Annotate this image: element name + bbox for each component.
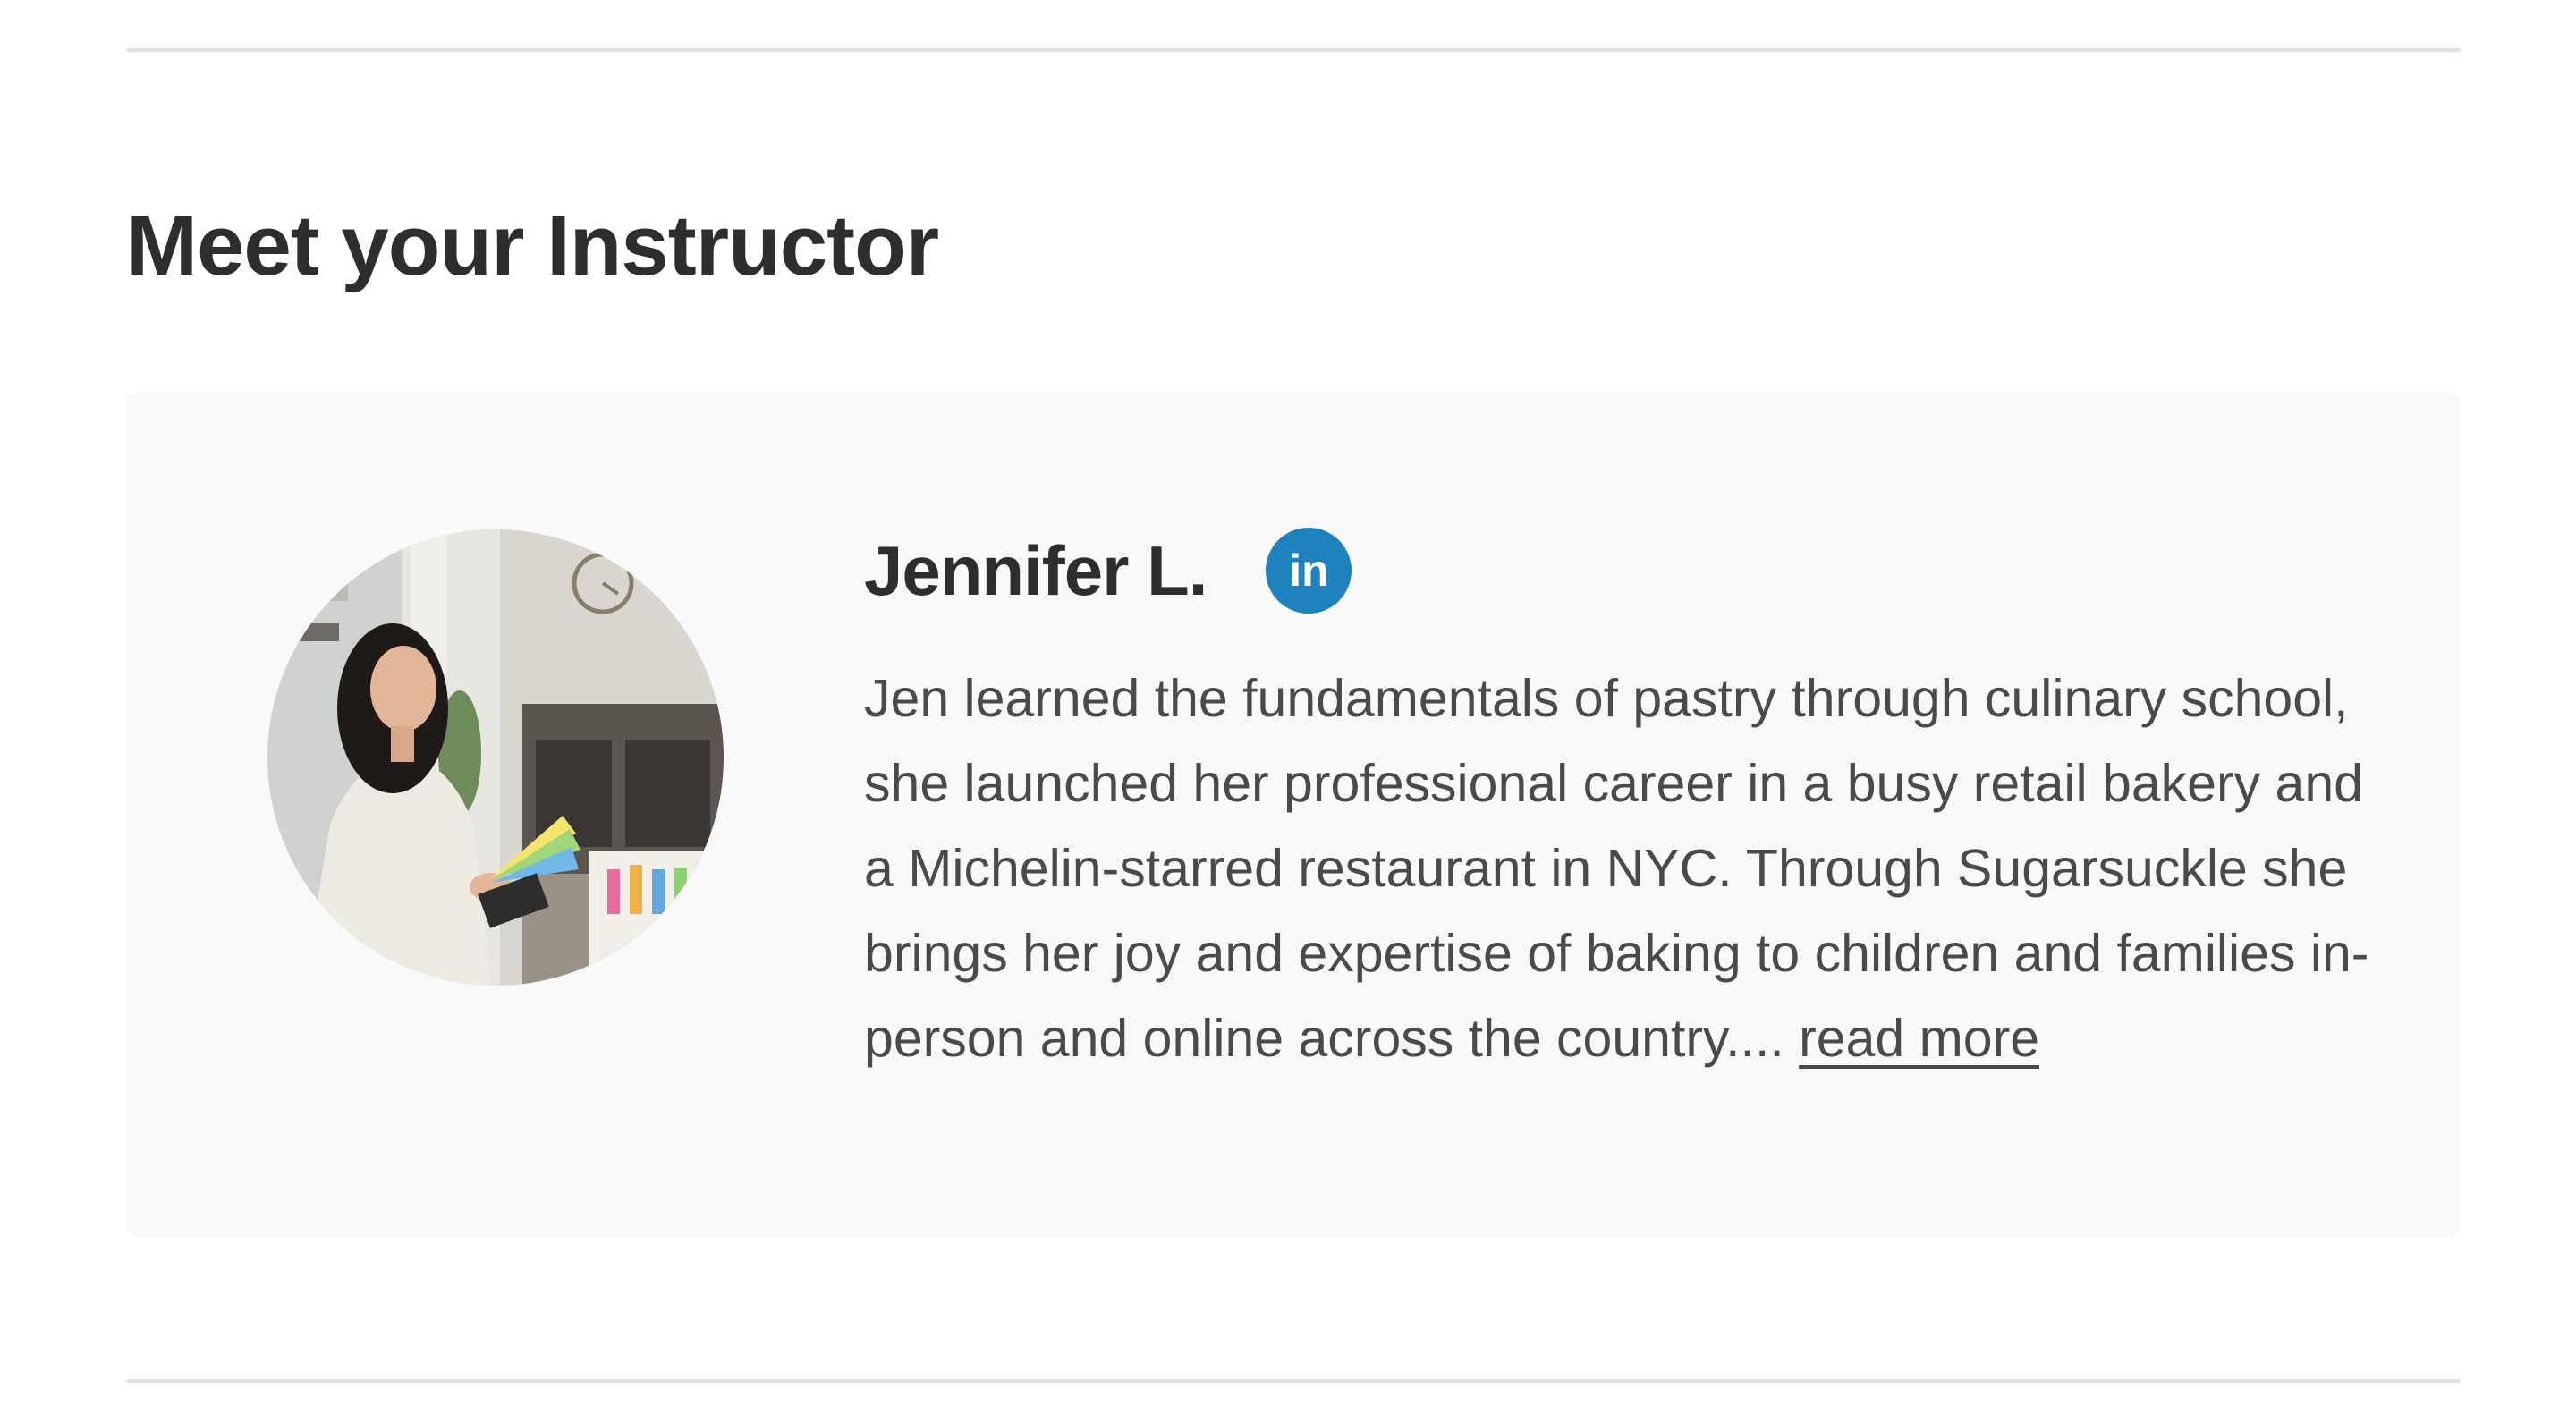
instructor-avatar (267, 529, 724, 986)
instructor-photo (267, 529, 724, 986)
name-row: Jennifer L. in (864, 517, 2394, 624)
bottom-divider (126, 1379, 2461, 1383)
bio-text: Jen learned the fundamentals of pastry t… (864, 669, 2369, 1068)
section-title: Meet your Instructor (126, 198, 939, 293)
instructor-card: Jennifer L. in Jen learned the fundament… (126, 392, 2461, 1238)
instructor-info: Jennifer L. in Jen learned the fundament… (864, 517, 2394, 1081)
linkedin-icon-text: in (1289, 546, 1329, 596)
instructor-section: Meet your Instructor Jennifer L. in Jen … (0, 0, 2576, 1422)
instructor-name: Jennifer L. (864, 530, 1208, 610)
linkedin-icon[interactable]: in (1266, 528, 1352, 614)
read-more-link[interactable]: read more (1799, 1009, 2039, 1068)
instructor-bio: Jen learned the fundamentals of pastry t… (864, 656, 2394, 1081)
top-divider (126, 48, 2461, 52)
